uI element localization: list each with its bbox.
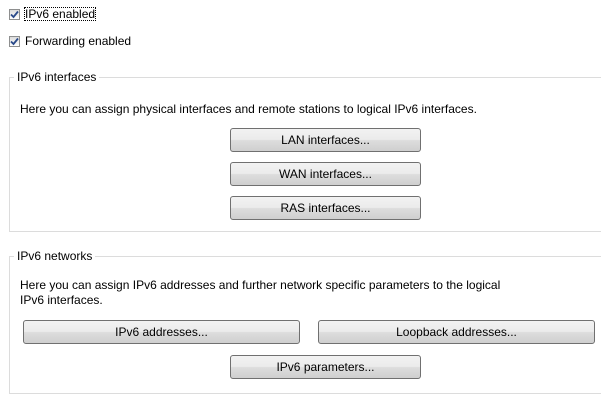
ipv6-interfaces-title: IPv6 interfaces [14, 70, 100, 84]
ipv6-networks-description-line1: Here you can assign IPv6 addresses and f… [20, 278, 501, 292]
lan-interfaces-button[interactable]: LAN interfaces... [230, 128, 421, 152]
ipv6-networks-description-line2: IPv6 interfaces. [20, 293, 103, 307]
ipv6-addresses-button[interactable]: IPv6 addresses... [23, 320, 300, 344]
ipv6-networks-title: IPv6 networks [14, 249, 96, 263]
wan-interfaces-button[interactable]: WAN interfaces... [230, 162, 421, 186]
check-icon [10, 10, 19, 18]
ipv6-enabled-checkbox-row[interactable]: IPv6 enabled [9, 6, 97, 22]
ipv6-interfaces-description: Here you can assign physical interfaces … [20, 102, 477, 116]
ipv6-parameters-button[interactable]: IPv6 parameters... [230, 355, 421, 379]
ras-interfaces-button[interactable]: RAS interfaces... [230, 196, 421, 220]
forwarding-enabled-label[interactable]: Forwarding enabled [24, 34, 132, 48]
forwarding-enabled-checkbox-row[interactable]: Forwarding enabled [9, 33, 132, 49]
forwarding-enabled-checkbox[interactable] [9, 35, 20, 47]
check-icon [10, 37, 19, 45]
ipv6-enabled-checkbox[interactable] [9, 8, 20, 20]
ipv6-enabled-label[interactable]: IPv6 enabled [24, 7, 97, 21]
loopback-addresses-button[interactable]: Loopback addresses... [318, 320, 595, 344]
